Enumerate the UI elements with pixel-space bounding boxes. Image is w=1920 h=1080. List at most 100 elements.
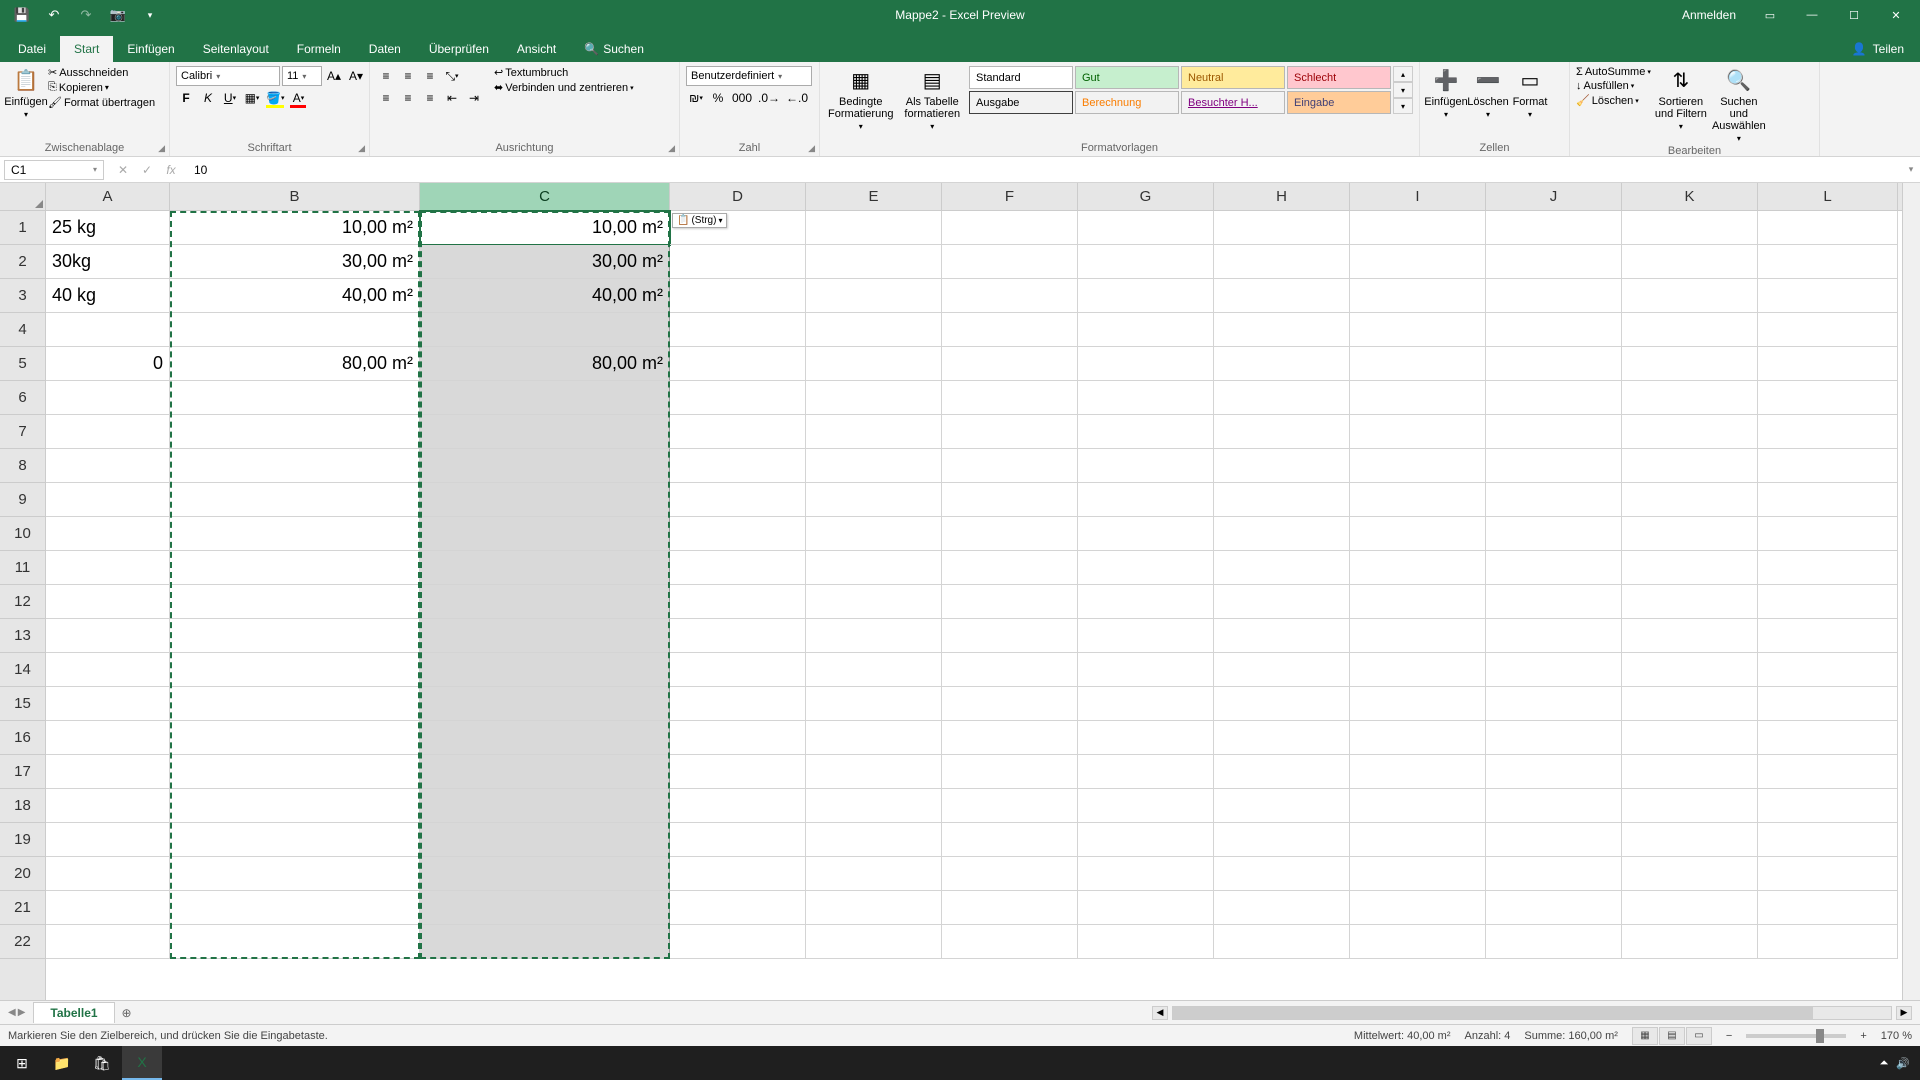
delete-cells-button[interactable]: ➖Löschen▾ [1468,66,1508,119]
cell-J17[interactable] [1486,755,1622,789]
cell-H5[interactable] [1214,347,1350,381]
excel-taskbar-icon[interactable]: X [122,1046,162,1080]
cell-B20[interactable] [170,857,420,891]
cell-D18[interactable] [670,789,806,823]
cell-L9[interactable] [1758,483,1898,517]
cell-B5[interactable]: 80,00 m² [170,347,420,381]
cell-I18[interactable] [1350,789,1486,823]
cell-K3[interactable] [1622,279,1758,313]
cell-H17[interactable] [1214,755,1350,789]
dialog-launcher-icon[interactable]: ◢ [158,143,165,154]
fill-button[interactable]: ↓Ausfüllen▾ [1576,80,1651,92]
column-header-J[interactable]: J [1486,183,1622,210]
sheet-nav[interactable]: ◀▶ [0,1007,33,1018]
cell-D22[interactable] [670,925,806,959]
cell-F15[interactable] [942,687,1078,721]
cell-H8[interactable] [1214,449,1350,483]
cell-G4[interactable] [1078,313,1214,347]
style-ausgabe[interactable]: Ausgabe [969,91,1073,114]
ribbon-display-icon[interactable]: ▭ [1750,0,1790,30]
cell-L8[interactable] [1758,449,1898,483]
insert-cells-button[interactable]: ➕Einfügen▾ [1426,66,1466,119]
cell-F17[interactable] [942,755,1078,789]
increase-decimal-icon[interactable]: .0→ [756,88,782,108]
cell-I6[interactable] [1350,381,1486,415]
cell-E6[interactable] [806,381,942,415]
cell-D10[interactable] [670,517,806,551]
cell-I7[interactable] [1350,415,1486,449]
cell-C4[interactable] [420,313,670,347]
cell-J10[interactable] [1486,517,1622,551]
cell-I14[interactable] [1350,653,1486,687]
cell-I17[interactable] [1350,755,1486,789]
cell-E4[interactable] [806,313,942,347]
column-header-A[interactable]: A [46,183,170,210]
row-header-1[interactable]: 1 [0,211,45,245]
cell-G5[interactable] [1078,347,1214,381]
cell-G7[interactable] [1078,415,1214,449]
column-header-E[interactable]: E [806,183,942,210]
cell-F1[interactable] [942,211,1078,245]
cell-G18[interactable] [1078,789,1214,823]
cell-G3[interactable] [1078,279,1214,313]
cell-G19[interactable] [1078,823,1214,857]
cell-B18[interactable] [170,789,420,823]
cell-A18[interactable] [46,789,170,823]
zoom-out-icon[interactable]: − [1726,1030,1732,1042]
row-header-19[interactable]: 19 [0,823,45,857]
cell-H2[interactable] [1214,245,1350,279]
cell-L20[interactable] [1758,857,1898,891]
cell-C9[interactable] [420,483,670,517]
cell-A22[interactable] [46,925,170,959]
cell-E3[interactable] [806,279,942,313]
cell-B3[interactable]: 40,00 m² [170,279,420,313]
row-header-3[interactable]: 3 [0,279,45,313]
cell-L1[interactable] [1758,211,1898,245]
cell-B1[interactable]: 10,00 m² [170,211,420,245]
border-button[interactable]: ▦▾ [242,88,262,108]
cell-C15[interactable] [420,687,670,721]
cell-J5[interactable] [1486,347,1622,381]
cell-A11[interactable] [46,551,170,585]
cell-H12[interactable] [1214,585,1350,619]
cell-F14[interactable] [942,653,1078,687]
share-button[interactable]: 👤Teilen [1836,36,1920,62]
wrap-text-button[interactable]: ↩Textumbruch [494,66,634,79]
decrease-indent-icon[interactable]: ⇤ [442,88,462,108]
camera-icon[interactable]: 📷 [104,3,132,27]
cell-H14[interactable] [1214,653,1350,687]
cell-L19[interactable] [1758,823,1898,857]
cell-B21[interactable] [170,891,420,925]
close-icon[interactable]: ✕ [1876,0,1916,30]
store-icon[interactable]: 🛍 [82,1046,122,1080]
cell-I2[interactable] [1350,245,1486,279]
cell-I5[interactable] [1350,347,1486,381]
cell-K17[interactable] [1622,755,1758,789]
style-neutral[interactable]: Neutral [1181,66,1285,89]
cell-A21[interactable] [46,891,170,925]
cell-I9[interactable] [1350,483,1486,517]
orientation-icon[interactable]: ⤡▾ [442,66,462,86]
cell-A13[interactable] [46,619,170,653]
align-top-icon[interactable]: ≡ [376,66,396,86]
cell-A14[interactable] [46,653,170,687]
cell-J6[interactable] [1486,381,1622,415]
spreadsheet-grid[interactable]: ABCDEFGHIJKL 123456789101112131415161718… [0,183,1920,1000]
cell-J3[interactable] [1486,279,1622,313]
style-gut[interactable]: Gut [1075,66,1179,89]
dialog-launcher-icon[interactable]: ◢ [358,143,365,154]
cell-B11[interactable] [170,551,420,585]
cell-A7[interactable] [46,415,170,449]
cell-K2[interactable] [1622,245,1758,279]
cell-L13[interactable] [1758,619,1898,653]
row-header-4[interactable]: 4 [0,313,45,347]
cell-A12[interactable] [46,585,170,619]
cell-K11[interactable] [1622,551,1758,585]
cell-L3[interactable] [1758,279,1898,313]
cell-A1[interactable]: 25 kg [46,211,170,245]
row-header-14[interactable]: 14 [0,653,45,687]
cell-H10[interactable] [1214,517,1350,551]
row-header-6[interactable]: 6 [0,381,45,415]
cell-E13[interactable] [806,619,942,653]
styles-scroll-up-icon[interactable]: ▴ [1393,66,1413,82]
